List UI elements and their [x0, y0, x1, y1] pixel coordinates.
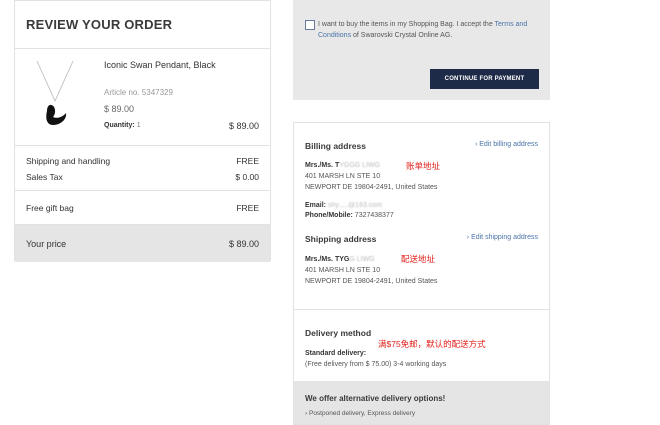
email-label: Email:: [305, 202, 327, 209]
alternative-delivery-box: We offer alternative delivery options! ›…: [294, 381, 549, 424]
quantity-value: 1: [136, 122, 141, 129]
shipping-line1: 401 MARSH LN STE 10: [305, 267, 381, 274]
total-label: Your price: [26, 238, 67, 249]
phone-value: 7327438377: [354, 212, 394, 219]
divider: [294, 309, 549, 310]
billing-name: Mrs./Ms. T: [305, 162, 340, 169]
shipping-value: FREE: [236, 156, 259, 166]
terms-panel: I want to buy the items in my Shopping B…: [293, 0, 550, 100]
terms-text-after: of Swarovski Crystal Online AG.: [351, 32, 453, 39]
billing-email-line: Email: shy.....@163.com: [305, 201, 538, 211]
tax-label: Sales Tax: [26, 172, 63, 182]
shipping-label: Shipping and handling: [26, 156, 111, 166]
shipping-line2: NEWPORT DE 19804-2491, United States: [305, 278, 438, 285]
terms-text-before: I want to buy the items in my Shopping B…: [318, 21, 495, 28]
alternative-options: Postponed delivery, Express delivery: [308, 410, 416, 417]
billing-line1: 401 MARSH LN STE 10: [305, 173, 381, 180]
cost-breakdown: Shipping and handling FREE Sales Tax $ 0…: [15, 146, 270, 191]
billing-line2: NEWPORT DE 19804-2491, United States: [305, 184, 438, 191]
shipping-annotation: 配送地址: [401, 254, 436, 264]
order-review-panel: REVIEW YOUR ORDER Iconic Swan Pendant, B…: [14, 0, 271, 262]
product-name[interactable]: Iconic Swan Pendant, Black: [104, 60, 216, 70]
edit-shipping-link[interactable]: › Edit shipping address: [467, 234, 538, 241]
billing-name-blurred: YGGG LIWG: [339, 162, 381, 169]
phone-label: Phone/Mobile:: [305, 212, 353, 219]
email-value: shy.....@163.com: [327, 202, 383, 209]
unit-price: $ 89.00: [104, 104, 135, 114]
delivery-method-label: Standard delivery:: [305, 349, 538, 359]
terms-text: I want to buy the items in my Shopping B…: [318, 19, 540, 41]
alternative-options-link[interactable]: › Postponed delivery, Express delivery: [305, 409, 415, 419]
delivery-method-name: Standard delivery:: [305, 350, 367, 357]
billing-block: Billing address › Edit billing address: [305, 141, 538, 151]
order-item: Iconic Swan Pendant, Black Article no. 5…: [15, 49, 270, 146]
article-number: Article no. 5347329: [104, 88, 173, 97]
tax-row: Sales Tax $ 0.00: [15, 169, 270, 185]
total-value: $ 89.00: [228, 238, 259, 249]
delivery-heading: Delivery method: [305, 328, 372, 338]
gift-bag-row: Free gift bag FREE: [15, 191, 270, 225]
shipping-name-blurred: G LIWG: [349, 256, 375, 263]
shipping-row: Shipping and handling FREE: [15, 153, 270, 169]
review-heading: REVIEW YOUR ORDER: [15, 1, 270, 49]
alternative-heading: We offer alternative delivery options!: [305, 394, 446, 403]
shipping-block: Shipping address › Edit shipping address: [305, 234, 538, 244]
line-total: $ 89.00: [228, 121, 259, 131]
shipping-name: Mrs./Ms. TYG: [305, 256, 350, 263]
address-panel: Billing address › Edit billing address M…: [293, 122, 550, 425]
delivery-method-desc: (Free delivery from $ 75.00) 3-4 working…: [305, 361, 447, 368]
edit-billing-label: Edit billing address: [479, 141, 538, 148]
gift-label: Free gift bag: [26, 202, 74, 213]
terms-checkbox[interactable]: [305, 20, 315, 30]
tax-value: $ 0.00: [235, 172, 259, 182]
edit-shipping-label: Edit shipping address: [471, 234, 538, 241]
quantity-label: Quantity:: [104, 122, 135, 129]
billing-annotation: 账单地址: [406, 161, 441, 171]
edit-billing-link[interactable]: › Edit billing address: [475, 141, 538, 148]
quantity: Quantity: 1: [104, 122, 141, 129]
continue-payment-button[interactable]: CONTINUE FOR PAYMENT: [430, 69, 539, 89]
product-image[interactable]: [33, 59, 77, 129]
gift-value: FREE: [236, 202, 259, 213]
billing-phone-line: Phone/Mobile: 7327438377: [305, 211, 538, 221]
delivery-block: Delivery method: [305, 328, 538, 338]
total-row: Your price $ 89.00: [15, 225, 270, 262]
